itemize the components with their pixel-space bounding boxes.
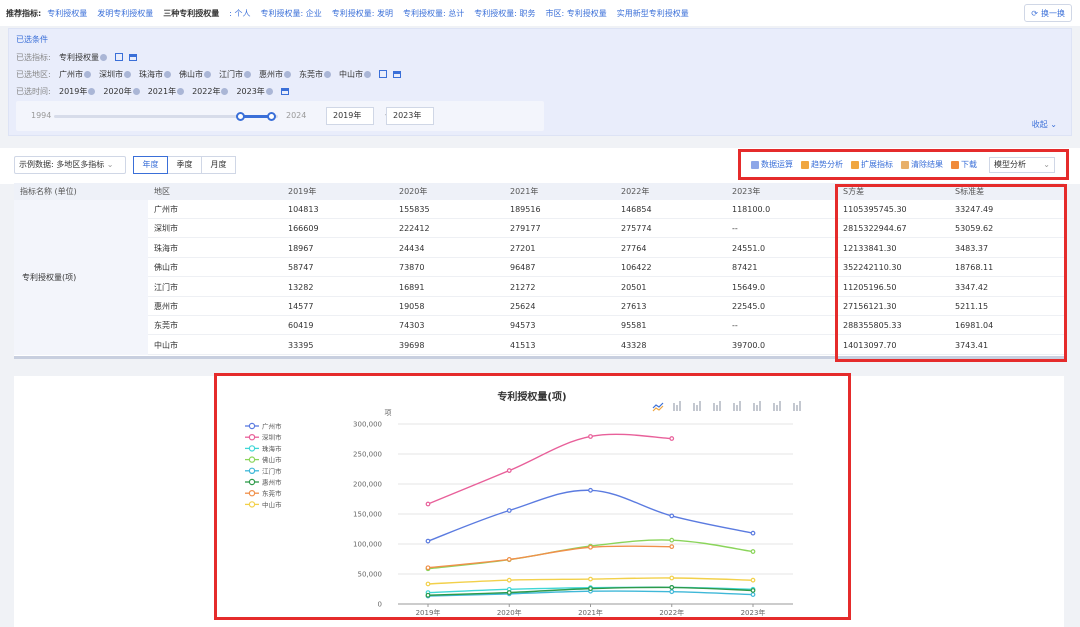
tab-year[interactable]: 年度 (133, 156, 168, 174)
chart-highlight-frame (214, 373, 851, 620)
